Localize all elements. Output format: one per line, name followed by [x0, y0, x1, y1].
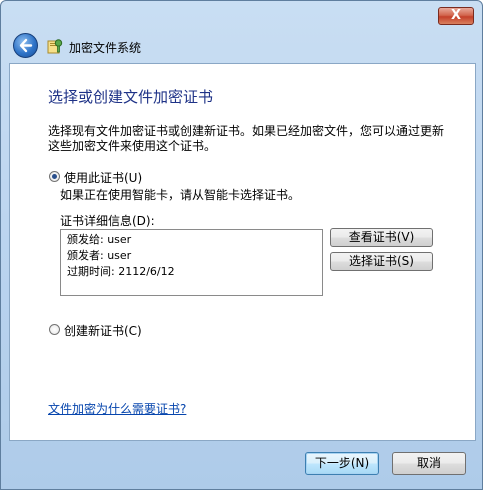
issued-to-line: 颁发给: user: [67, 233, 132, 246]
expiration-line: 过期时间: 2112/6/12: [67, 265, 175, 278]
back-button[interactable]: [13, 33, 38, 58]
use-cert-label[interactable]: 使用此证书(U): [64, 169, 142, 186]
create-cert-radio[interactable]: [49, 324, 60, 335]
cancel-button[interactable]: 取消: [392, 452, 466, 475]
select-cert-button[interactable]: 选择证书(S): [330, 252, 433, 271]
close-button[interactable]: X: [438, 7, 474, 25]
help-link[interactable]: 文件加密为什么需要证书?: [48, 400, 186, 417]
issued-by-line: 颁发者: user: [67, 249, 132, 262]
back-arrow-icon: [19, 38, 33, 53]
window-title: 加密文件系统: [69, 41, 142, 55]
create-cert-label[interactable]: 创建新证书(C): [64, 322, 142, 339]
dialog-window: X 加密文件系统 选择或创建文件加密证书 选择现有文件加密证书或创建新证书。如果…: [0, 0, 483, 490]
content-panel: 选择或创建文件加密证书 选择现有文件加密证书或创建新证书。如果已经加密文件，您可…: [9, 63, 476, 441]
page-heading: 选择或创建文件加密证书: [48, 88, 214, 106]
smartcard-hint: 如果正在使用智能卡，请从智能卡选择证书。: [60, 188, 301, 202]
next-button[interactable]: 下一步(N): [305, 452, 379, 475]
cert-details-box: 颁发给: user 颁发者: user 过期时间: 2112/6/12: [60, 229, 323, 296]
view-cert-button[interactable]: 查看证书(V): [330, 228, 433, 247]
cert-details-label: 证书详细信息(D):: [60, 214, 155, 228]
page-description: 选择现有文件加密证书或创建新证书。如果已经加密文件，您可以通过更新这些加密文件来…: [48, 124, 445, 153]
navigation-bar: 加密文件系统: [9, 29, 469, 61]
use-cert-radio[interactable]: [49, 171, 60, 182]
efs-certificate-icon: [47, 39, 63, 54]
